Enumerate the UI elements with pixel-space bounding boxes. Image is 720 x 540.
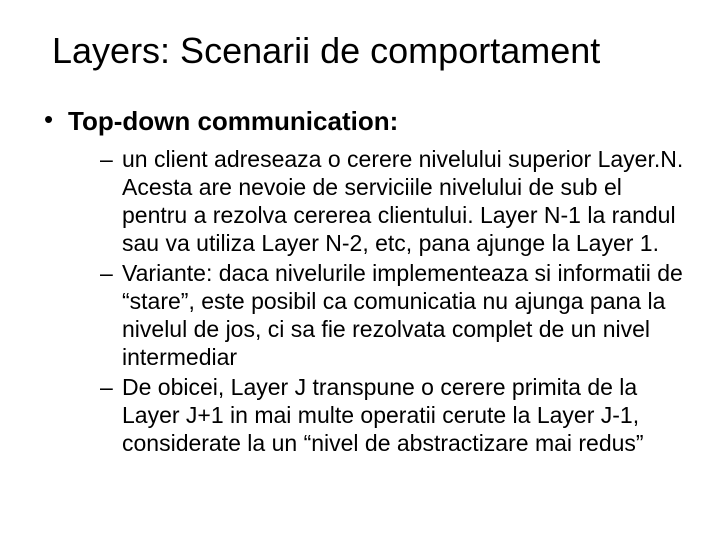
bullet-item-1-text: Top-down communication: — [68, 106, 398, 136]
slide-title: Layers: Scenarii de comportament — [52, 30, 684, 72]
sub-bullet-3: De obicei, Layer J transpune o cerere pr… — [100, 373, 684, 457]
slide: Layers: Scenarii de comportament Top-dow… — [0, 0, 720, 540]
sub-bullet-list: un client adreseaza o cerere nivelului s… — [68, 145, 684, 458]
bullet-list: Top-down communication: un client adrese… — [36, 106, 684, 458]
sub-bullet-2: Variante: daca nivelurile implementeaza … — [100, 259, 684, 371]
bullet-item-1: Top-down communication: un client adrese… — [42, 106, 684, 458]
sub-bullet-1: un client adreseaza o cerere nivelului s… — [100, 145, 684, 257]
